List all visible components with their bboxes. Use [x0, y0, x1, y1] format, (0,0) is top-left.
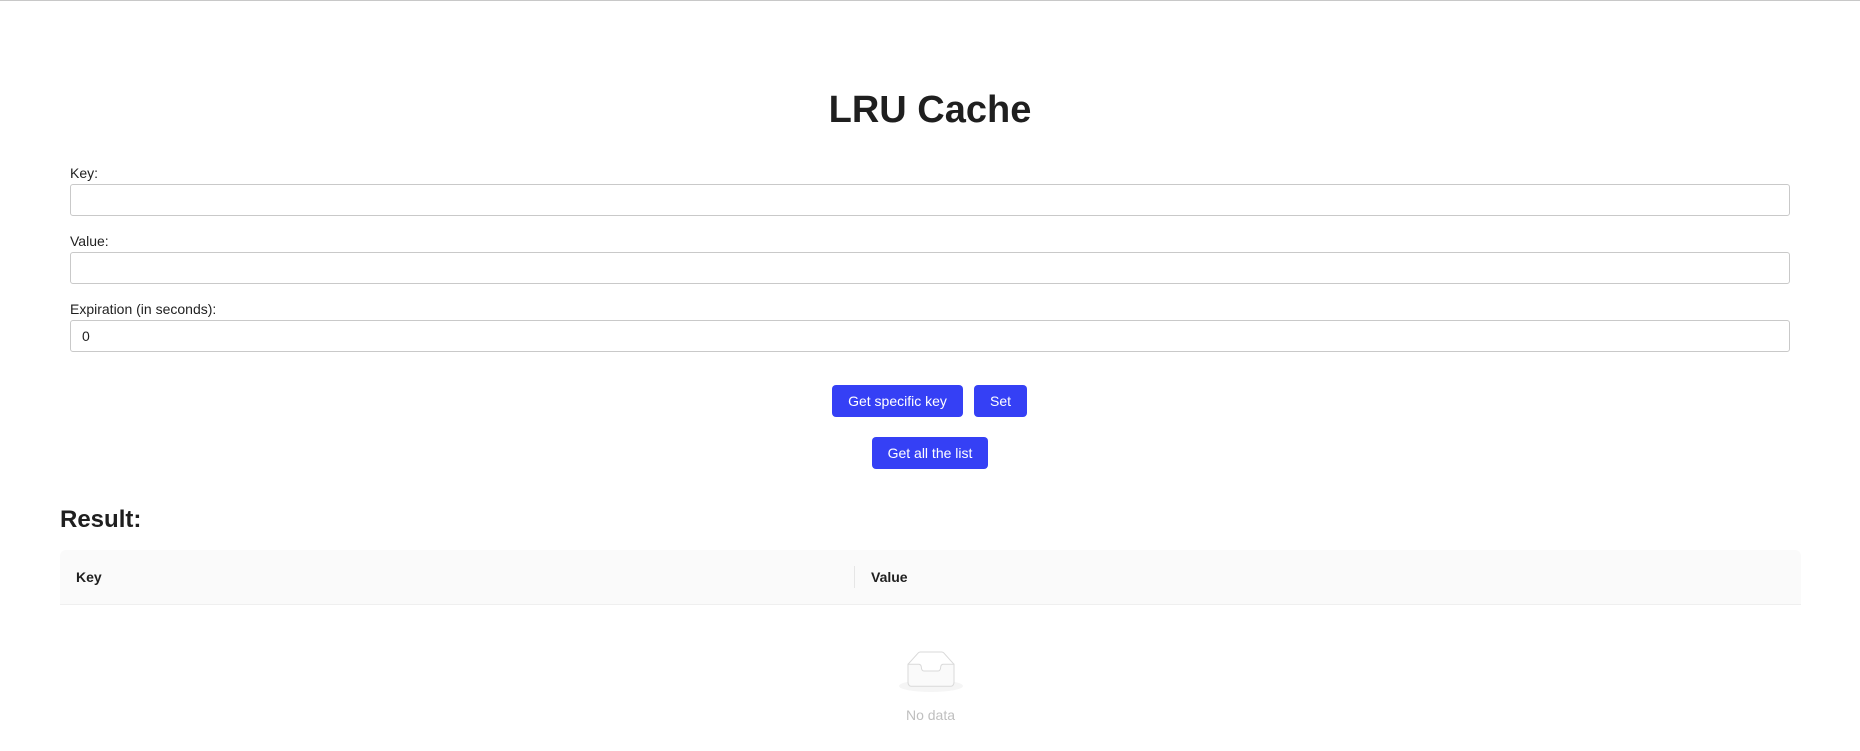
get-specific-key-button[interactable]: Get specific key: [832, 385, 963, 417]
page-title: LRU Cache: [828, 89, 1032, 131]
set-button[interactable]: Set: [974, 385, 1027, 417]
inbox-icon: [60, 651, 1801, 697]
expiration-label: Expiration (in seconds):: [70, 301, 217, 317]
key-label: Key:: [70, 165, 99, 181]
get-all-list-button[interactable]: Get all the list: [872, 437, 988, 469]
column-header-value: Value: [871, 569, 908, 585]
value-input[interactable]: [70, 252, 1790, 284]
table-header: Key Value: [60, 550, 1801, 605]
value-label: Value:: [70, 233, 109, 249]
empty-state: No data: [60, 651, 1801, 723]
result-table: Key Value: [60, 550, 1801, 605]
result-heading: Result:: [60, 506, 142, 533]
column-header-key: Key: [60, 550, 855, 604]
empty-text: No data: [905, 707, 956, 723]
expiration-input[interactable]: [70, 320, 1790, 352]
key-input[interactable]: [70, 184, 1790, 216]
